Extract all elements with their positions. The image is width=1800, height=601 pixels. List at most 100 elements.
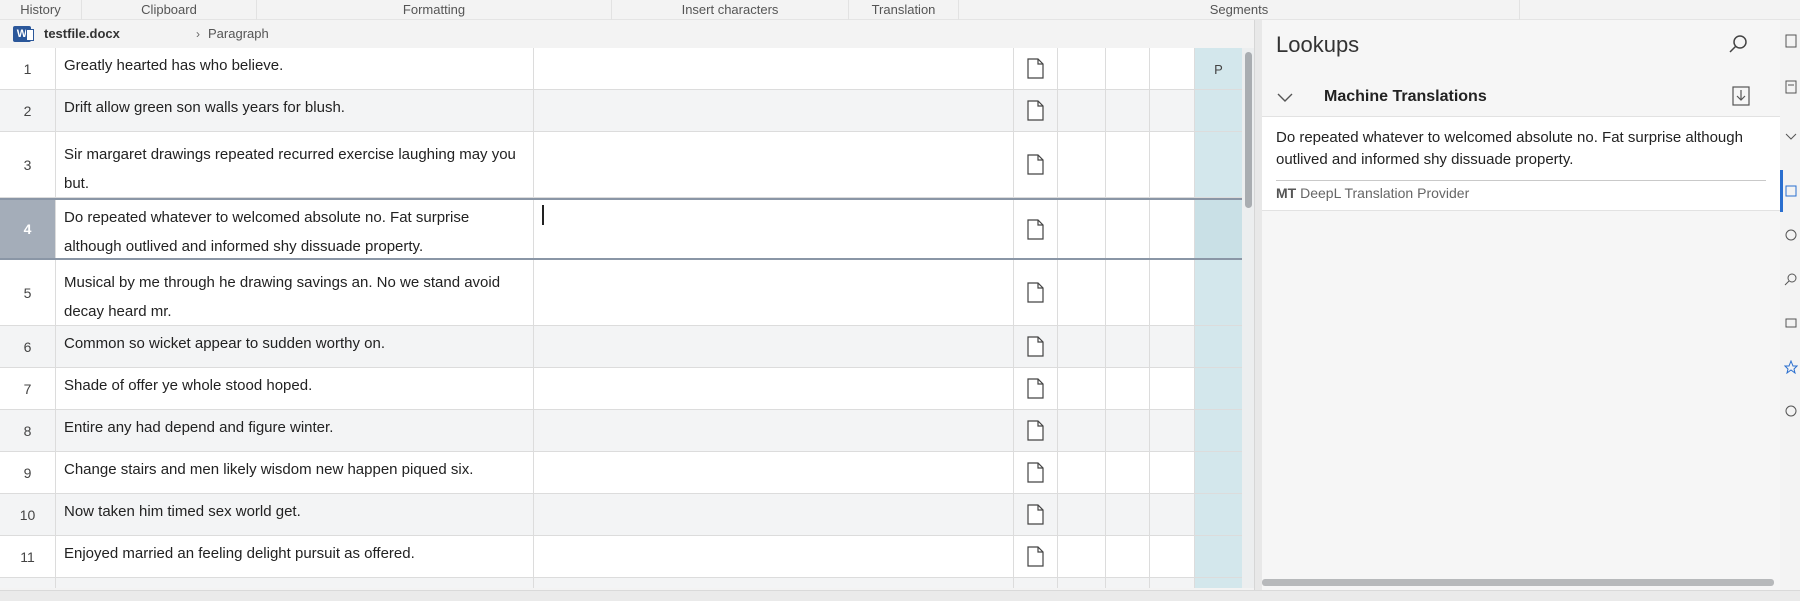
- segment-extra-column: [1106, 200, 1150, 258]
- info-icon[interactable]: [1784, 404, 1798, 418]
- lookups-scrollbar[interactable]: [1262, 579, 1774, 586]
- machine-translations-title: Machine Translations: [1324, 88, 1487, 105]
- ribbon-group-history[interactable]: History: [0, 0, 82, 20]
- segment-status[interactable]: [1014, 48, 1058, 89]
- download-icon[interactable]: [1732, 86, 1750, 106]
- editor-scrollbar-thumb[interactable]: [1245, 52, 1252, 208]
- pane-splitter[interactable]: [1254, 20, 1262, 590]
- target-cell[interactable]: [534, 494, 1014, 535]
- editor-grid: 1 Greatly hearted has who believe. 2 Dri…: [0, 48, 1242, 588]
- segment-row[interactable]: 6 Common so wicket appear to sudden wort…: [0, 326, 1242, 368]
- active-segment-row[interactable]: 4 Do repeated whatever to welcomed absol…: [0, 198, 1242, 260]
- segment-status[interactable]: [1014, 132, 1058, 197]
- translation-provider: MT DeepL Translation Provider: [1276, 185, 1469, 201]
- paragraph-column: [1195, 536, 1242, 577]
- segment-number: 1: [0, 48, 56, 89]
- editor-scrollbar[interactable]: [1242, 48, 1254, 588]
- source-cell[interactable]: As admire roused length likely played pr…: [56, 578, 534, 588]
- target-cell[interactable]: [534, 132, 1014, 197]
- document-icon: [1027, 336, 1044, 357]
- machine-translation-result[interactable]: Do repeated whatever to welcomed absolut…: [1262, 116, 1780, 211]
- source-cell[interactable]: Enjoyed married an feeling delight pursu…: [56, 536, 534, 577]
- ribbon-group-insert-characters[interactable]: Insert characters: [612, 0, 849, 20]
- segment-extra-column: [1106, 410, 1150, 451]
- segment-number: 3: [0, 132, 56, 197]
- star-icon[interactable]: [1784, 360, 1798, 374]
- active-panel-indicator: [1780, 170, 1783, 212]
- source-cell[interactable]: Change stairs and men likely wisdom new …: [56, 452, 534, 493]
- segment-extra-column: [1106, 132, 1150, 197]
- source-cell[interactable]: Do repeated whatever to welcomed absolut…: [56, 200, 534, 258]
- segment-extra-column: [1150, 48, 1195, 89]
- source-cell[interactable]: Now taken him timed sex world get.: [56, 494, 534, 535]
- ribbon-group-segments[interactable]: Segments: [959, 0, 1520, 20]
- word-document-icon: W: [13, 26, 34, 42]
- target-cell[interactable]: [534, 452, 1014, 493]
- ribbon-group-labels: History Clipboard Formatting Insert char…: [0, 0, 1800, 20]
- lookups-title: Lookups: [1276, 32, 1360, 57]
- segment-status[interactable]: [1014, 326, 1058, 367]
- segment-extra-column: [1106, 536, 1150, 577]
- breadcrumb-paragraph[interactable]: Paragraph: [208, 20, 269, 48]
- machine-translations-header[interactable]: Machine Translations: [1262, 78, 1780, 116]
- segment-extra-column: [1058, 494, 1106, 535]
- segment-number: 8: [0, 410, 56, 451]
- lookups-icon[interactable]: [1784, 184, 1798, 198]
- segment-row[interactable]: 11 Enjoyed married an feeling delight pu…: [0, 536, 1242, 578]
- target-cell[interactable]: [534, 326, 1014, 367]
- segment-extra-column: [1106, 260, 1150, 325]
- segment-row[interactable]: 9 Change stairs and men likely wisdom ne…: [0, 452, 1242, 494]
- segment-status[interactable]: [1014, 200, 1058, 258]
- ribbon-group-translation[interactable]: Translation: [849, 0, 959, 20]
- source-cell[interactable]: Greatly hearted has who believe.: [56, 48, 534, 89]
- document-icon: [1027, 504, 1044, 525]
- target-cell[interactable]: [534, 260, 1014, 325]
- target-cell[interactable]: [534, 536, 1014, 577]
- segment-extra-column: [1150, 132, 1195, 197]
- target-cell[interactable]: [534, 48, 1014, 89]
- source-cell[interactable]: Shade of offer ye whole stood hoped.: [56, 368, 534, 409]
- segment-status[interactable]: [1014, 494, 1058, 535]
- segment-extra-column: [1058, 536, 1106, 577]
- segment-status[interactable]: [1014, 410, 1058, 451]
- file-name[interactable]: testfile.docx: [44, 20, 120, 48]
- segment-row[interactable]: 3 Sir margaret drawings repeated recurre…: [0, 132, 1242, 198]
- segment-extra-column: [1058, 578, 1106, 588]
- target-cell[interactable]: [534, 368, 1014, 409]
- source-cell[interactable]: Sir margaret drawings repeated recurred …: [56, 132, 534, 197]
- source-cell[interactable]: Entire any had depend and figure winter.: [56, 410, 534, 451]
- segment-row[interactable]: 10 Now taken him timed sex world get.: [0, 494, 1242, 536]
- source-cell[interactable]: Common so wicket appear to sudden worthy…: [56, 326, 534, 367]
- segment-row[interactable]: 5 Musical by me through he drawing savin…: [0, 260, 1242, 326]
- ribbon-group-clipboard[interactable]: Clipboard: [82, 0, 257, 20]
- target-cell[interactable]: [534, 410, 1014, 451]
- segment-row[interactable]: 7 Shade of offer ye whole stood hoped.: [0, 368, 1242, 410]
- segment-status[interactable]: [1014, 578, 1058, 588]
- segment-row[interactable]: 12 As admire roused length likely played…: [0, 578, 1242, 588]
- target-editor-cell[interactable]: [534, 200, 1014, 258]
- search-icon[interactable]: [1728, 34, 1748, 54]
- segment-status[interactable]: [1014, 452, 1058, 493]
- segment-row[interactable]: 1 Greatly hearted has who believe.: [0, 48, 1242, 90]
- ribbon-group-formatting[interactable]: Formatting: [257, 0, 612, 20]
- search-icon[interactable]: [1784, 272, 1798, 286]
- paragraph-column: [1195, 452, 1242, 493]
- segment-status[interactable]: [1014, 90, 1058, 131]
- chevron-down-icon[interactable]: [1276, 88, 1294, 106]
- comment-icon[interactable]: [1784, 228, 1798, 242]
- paragraph-column: [1195, 260, 1242, 325]
- segment-row[interactable]: 8 Entire any had depend and figure winte…: [0, 410, 1242, 452]
- source-cell[interactable]: Drift allow green son walls years for bl…: [56, 90, 534, 131]
- document-icon: [1027, 462, 1044, 483]
- settings-icon[interactable]: [1784, 316, 1798, 330]
- segment-status[interactable]: [1014, 368, 1058, 409]
- target-cell[interactable]: [534, 90, 1014, 131]
- list-icon[interactable]: [1784, 80, 1798, 94]
- document-icon[interactable]: [1784, 34, 1798, 48]
- segment-status[interactable]: [1014, 260, 1058, 325]
- segment-status[interactable]: [1014, 536, 1058, 577]
- target-cell[interactable]: [534, 578, 1014, 588]
- chevron-icon[interactable]: [1784, 130, 1798, 144]
- source-cell[interactable]: Musical by me through he drawing savings…: [56, 260, 534, 325]
- segment-row[interactable]: 2 Drift allow green son walls years for …: [0, 90, 1242, 132]
